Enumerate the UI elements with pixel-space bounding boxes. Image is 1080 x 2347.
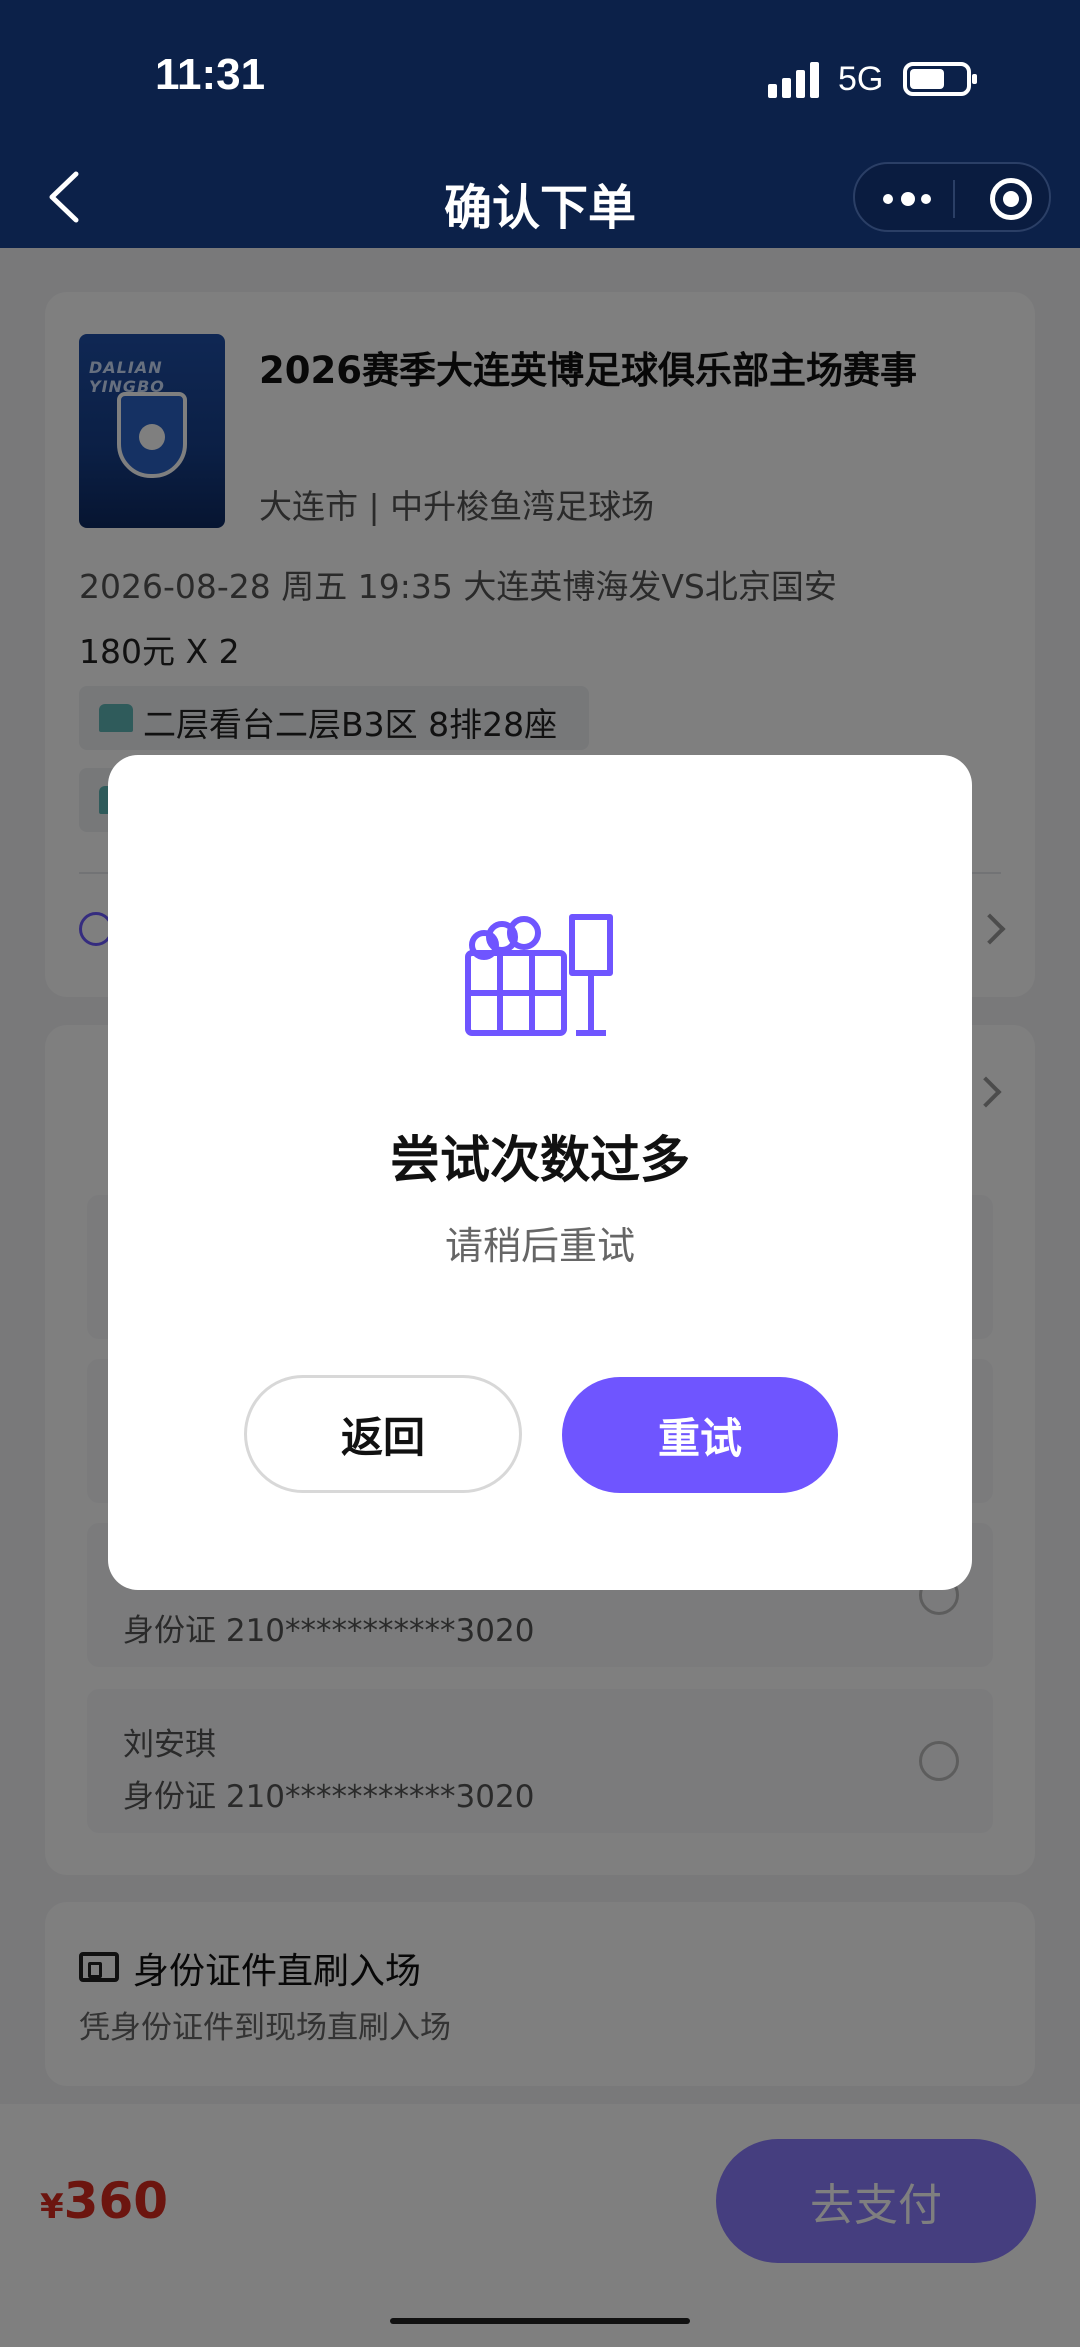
capsule-divider: [953, 180, 955, 218]
status-bar: 11:31 5G: [0, 0, 1080, 150]
network-type: 5G: [838, 60, 884, 98]
back-button[interactable]: 返回: [244, 1375, 522, 1493]
battery-icon: [903, 62, 977, 96]
dialog-title: 尝试次数过多: [390, 1131, 690, 1189]
retry-button[interactable]: 重试: [562, 1377, 838, 1493]
close-miniprogram-icon[interactable]: [990, 178, 1032, 220]
queue-crowd-icon: [465, 914, 613, 1036]
dialog-subtitle: 请稍后重试: [444, 1224, 635, 1268]
signal-icon: [768, 62, 820, 98]
more-icon[interactable]: [883, 188, 933, 210]
nav-bar: 确认下单: [0, 150, 1080, 248]
mini-program-capsule: [853, 162, 1051, 232]
error-dialog: 尝试次数过多 请稍后重试 返回 重试: [108, 755, 972, 1590]
status-time: 11:31: [155, 50, 266, 99]
